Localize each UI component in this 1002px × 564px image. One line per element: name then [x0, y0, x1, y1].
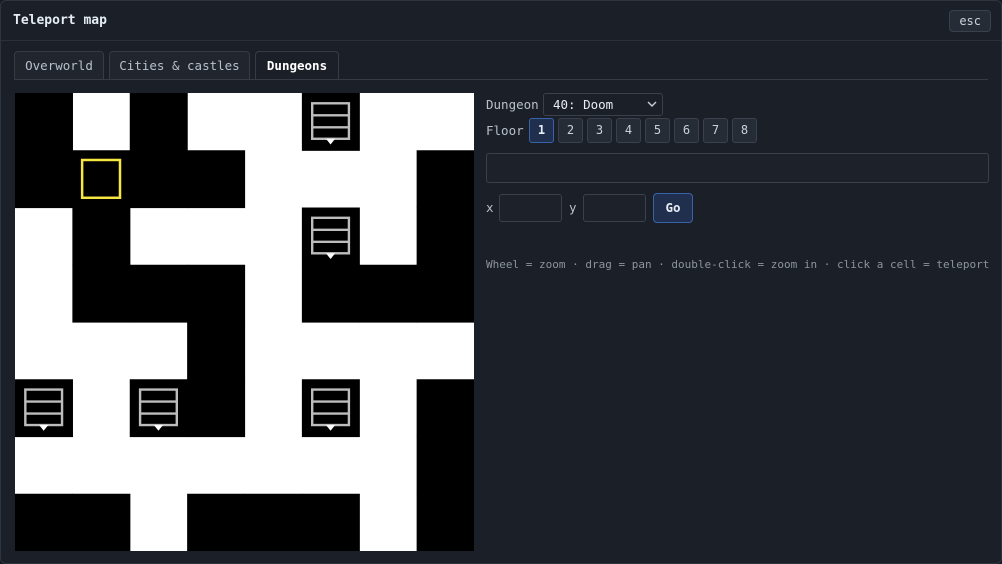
wall-cell[interactable]: [359, 264, 418, 323]
wall-cell[interactable]: [187, 493, 246, 551]
map-canvas[interactable]: [15, 93, 474, 551]
x-label: x: [486, 200, 494, 215]
location-text-field[interactable]: [486, 153, 989, 183]
dungeon-select-value: 40: Doom: [553, 97, 614, 112]
wall-cell[interactable]: [187, 150, 246, 209]
wall-cell[interactable]: [15, 493, 73, 551]
floor-button-1[interactable]: 1: [529, 118, 554, 143]
floor-button-5[interactable]: 5: [645, 118, 670, 143]
wall-cell[interactable]: [416, 379, 474, 438]
floor-button-2[interactable]: 2: [558, 118, 583, 143]
floor-button-7[interactable]: 7: [703, 118, 728, 143]
wall-cell[interactable]: [15, 93, 73, 151]
wall-cell[interactable]: [416, 436, 474, 495]
wall-cell[interactable]: [129, 264, 188, 323]
esc-button[interactable]: esc: [949, 10, 991, 32]
floor-button-4[interactable]: 4: [616, 118, 641, 143]
go-button[interactable]: Go: [653, 193, 693, 223]
floor-label: Floor: [486, 123, 524, 138]
tab-cities-castles[interactable]: Cities & castles: [109, 51, 250, 80]
wall-cell[interactable]: [187, 379, 246, 438]
wall-cell[interactable]: [72, 207, 131, 266]
wall-cell[interactable]: [72, 493, 131, 551]
wall-cell[interactable]: [187, 322, 246, 380]
y-label: y: [569, 200, 577, 215]
wall-cell[interactable]: [129, 93, 188, 151]
wall-cell[interactable]: [72, 264, 131, 323]
floor-button-3[interactable]: 3: [587, 118, 612, 143]
wall-cell[interactable]: [301, 493, 360, 551]
tab-dungeons[interactable]: Dungeons: [255, 51, 339, 80]
chevron-down-icon: [647, 101, 657, 107]
x-input[interactable]: [499, 194, 562, 222]
wall-cell[interactable]: [15, 150, 73, 209]
floor-button-6[interactable]: 6: [674, 118, 699, 143]
dungeon-select[interactable]: 40: Doom: [543, 93, 663, 116]
title-bar: Teleport map esc: [1, 1, 1001, 41]
window-title: Teleport map: [13, 13, 107, 28]
wall-cell[interactable]: [244, 493, 303, 551]
tab-overworld[interactable]: Overworld: [14, 51, 104, 80]
floor-button-8[interactable]: 8: [732, 118, 757, 143]
wall-cell[interactable]: [301, 264, 360, 323]
wall-cell[interactable]: [416, 493, 474, 551]
help-hint: Wheel = zoom · drag = pan · double-click…: [486, 258, 990, 271]
wall-cell[interactable]: [416, 207, 474, 266]
wall-cell[interactable]: [187, 264, 246, 323]
dungeon-map[interactable]: [15, 93, 474, 551]
wall-cell[interactable]: [416, 150, 474, 209]
tab-divider: [14, 79, 988, 80]
teleport-map-window: Teleport map esc Overworld Cities & cast…: [0, 0, 1002, 564]
dungeon-label: Dungeon: [486, 97, 539, 112]
y-input[interactable]: [583, 194, 646, 222]
wall-cell[interactable]: [129, 150, 188, 209]
wall-cell[interactable]: [416, 264, 474, 323]
